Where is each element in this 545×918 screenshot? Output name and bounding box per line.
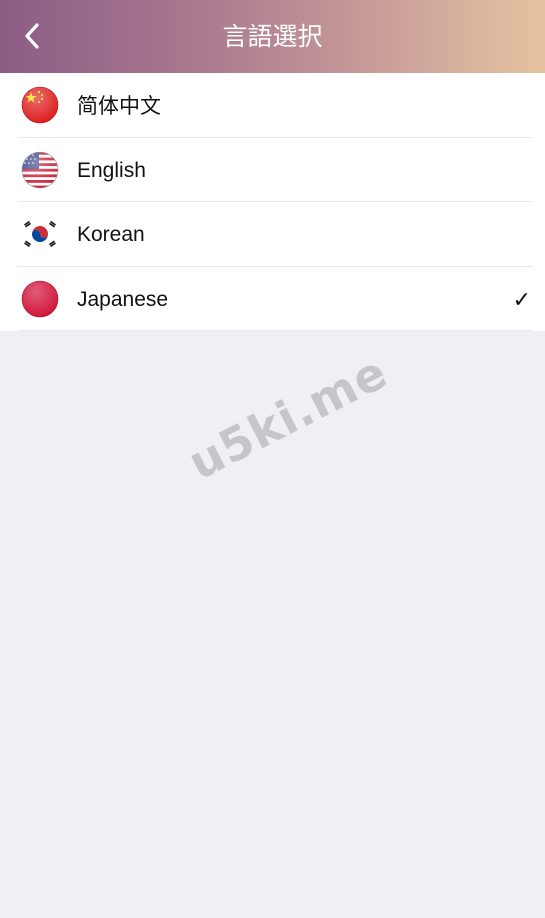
language-label: English	[77, 158, 146, 182]
watermark: u5ki.me	[180, 344, 396, 491]
divider	[18, 330, 533, 331]
usa-flag-icon	[21, 151, 59, 189]
language-item-korean[interactable]: Korean	[0, 202, 545, 267]
japan-flag-icon	[21, 280, 59, 318]
header-bar: 言語選択	[0, 0, 545, 73]
china-flag-icon	[21, 86, 59, 124]
language-label: 简体中文	[77, 94, 161, 118]
language-item-chinese[interactable]: 简体中文	[0, 73, 545, 138]
back-button[interactable]	[12, 16, 52, 56]
language-item-japanese[interactable]: Japanese ✓	[0, 267, 545, 331]
selected-check-icon: ✓	[512, 287, 531, 313]
language-list: 简体中文 English Korean Japanese ✓	[0, 73, 545, 331]
page-title: 言語選択	[222, 22, 323, 51]
language-label: Japanese	[77, 287, 169, 311]
language-label: Korean	[77, 223, 145, 246]
language-item-english[interactable]: English	[0, 138, 545, 202]
chevron-left-icon	[25, 23, 39, 49]
korea-flag-icon	[21, 215, 59, 253]
